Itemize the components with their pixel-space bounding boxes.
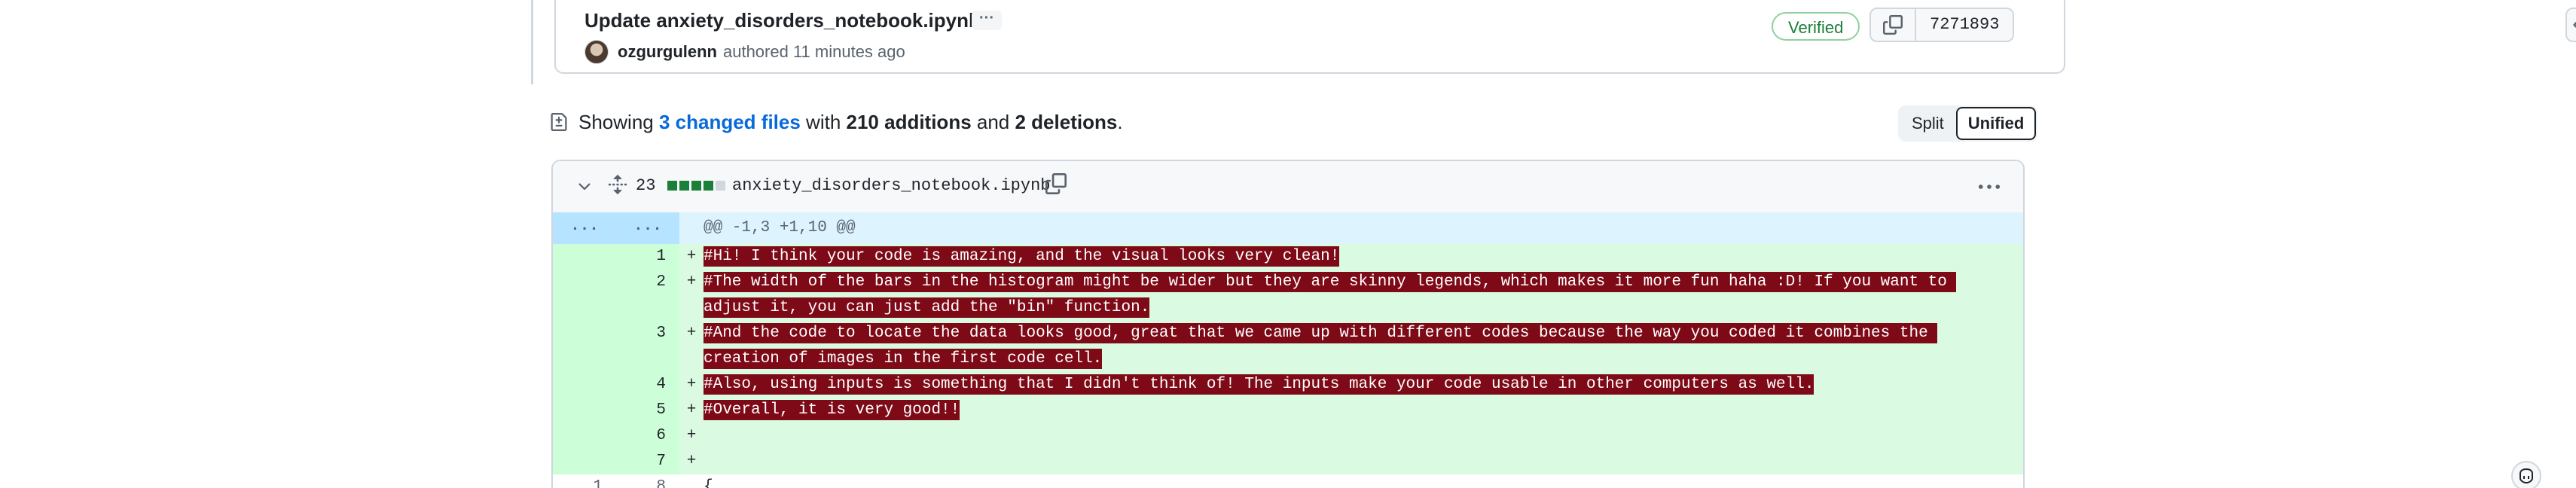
code-line: #Hi! I think your code is amazing, and t… (704, 244, 2023, 270)
add-marker: + (686, 401, 697, 419)
split-view-button[interactable]: Split (1900, 107, 1956, 140)
changed-files-link[interactable]: 3 changed files (659, 111, 801, 134)
commit-title[interactable]: Update anxiety_disorders_notebook.ipynb (584, 9, 981, 32)
diff-summary: Showing 3 changed files with 210 additio… (550, 108, 1123, 136)
copilot-icon[interactable] (2511, 461, 2541, 488)
code-line: #The width of the bars in the histogram … (704, 270, 2023, 321)
file-change-count: 23 (636, 176, 656, 195)
new-line-number[interactable]: 7 (616, 449, 679, 474)
diffstat-square (716, 181, 725, 191)
old-line-number (553, 244, 616, 270)
copy-sha-button[interactable] (1871, 9, 1916, 41)
diff-line: 5 + #Overall, it is very good!! (553, 398, 2023, 423)
file-header: 23 anxiety_disorders_notebook.ipynb (553, 161, 2023, 214)
diffstat-square (679, 181, 689, 191)
kebab-menu-icon[interactable] (1978, 179, 2001, 194)
summary-suffix: . (1117, 110, 1123, 133)
deletions-count: 2 deletions (1015, 110, 1118, 133)
code-line: #Also, using inputs is something that I … (704, 372, 2023, 398)
commit-sha[interactable]: 7271893 (1916, 9, 2013, 41)
commit-card: Update anxiety_disorders_notebook.ipynb … (554, 0, 2576, 74)
copilot-glyph-icon (2520, 468, 2533, 484)
author-name[interactable]: ozgurgulenn (618, 42, 717, 62)
old-line-number[interactable]: 1 (553, 474, 616, 488)
diff-line: 4 + #Also, using inputs is something tha… (553, 372, 2023, 398)
code-line: #Overall, it is very good!! (704, 398, 2023, 423)
diff-line: 6 + (553, 423, 2023, 449)
hunk-header: @@ -1,3 +1,10 @@ (704, 219, 856, 236)
expand-all-icon[interactable] (607, 173, 628, 196)
old-line-number (553, 449, 616, 474)
diff-body: ... ... @@ -1,3 +1,10 @@ 1 + #Hi! I thin… (553, 212, 2023, 488)
new-line-number[interactable]: 6 (616, 423, 679, 449)
old-line-number (553, 321, 616, 372)
old-line-number (553, 398, 616, 423)
unified-view-button[interactable]: Unified (1955, 107, 2037, 140)
diffstat-square (704, 181, 713, 191)
old-line-number (553, 372, 616, 398)
old-line-number (553, 270, 616, 321)
verified-badge[interactable]: Verified (1772, 12, 1860, 41)
additions-count: 210 additions (846, 110, 972, 133)
add-marker: + (686, 248, 697, 265)
diff-line: 3 + #And the code to locate the data loo… (553, 321, 2023, 372)
summary-with: with (800, 110, 847, 133)
file-name[interactable]: anxiety_disorders_notebook.ipynb (732, 176, 1050, 195)
browse-files-button[interactable] (2565, 8, 2576, 42)
add-marker: + (686, 427, 697, 444)
diff-line: 2 + #The width of the bars in the histog… (553, 270, 2023, 321)
author-row: ozgurgulenn authored 11 minutes ago (584, 39, 905, 65)
file-diff: 23 anxiety_disorders_notebook.ipynb ... … (551, 160, 2025, 488)
chevron-down-icon[interactable] (575, 178, 594, 196)
diff-view-toggle: Split Unified (1898, 105, 2038, 142)
add-marker: + (686, 273, 697, 291)
code-text: #The width of the bars in the histogram … (704, 272, 1957, 318)
code-icon (2573, 21, 2576, 29)
diffstat-square (667, 181, 677, 191)
context-marker (679, 474, 704, 488)
code-text: #Also, using inputs is something that I … (704, 374, 1814, 395)
code-line: { (704, 478, 713, 488)
commit-message-expand-button[interactable]: ··· (972, 11, 1002, 30)
diffstat-bar (667, 181, 725, 191)
commit-sha-group: 7271893 (1869, 8, 2015, 42)
avatar[interactable] (584, 40, 609, 64)
code-text: #Overall, it is very good!! (704, 400, 960, 420)
new-line-number[interactable]: 5 (616, 398, 679, 423)
add-marker: + (686, 453, 697, 470)
diff-line: 1 + #Hi! I think your code is amazing, a… (553, 244, 2023, 270)
timeline-line (531, 0, 533, 84)
code-text: #Hi! I think your code is amazing, and t… (704, 246, 1340, 267)
new-line-number[interactable]: 1 (616, 244, 679, 270)
new-line-number[interactable]: 3 (616, 321, 679, 372)
new-line-number[interactable]: 4 (616, 372, 679, 398)
commit-diff-page: Update anxiety_disorders_notebook.ipynb … (0, 0, 2576, 488)
summary-and: and (971, 110, 1015, 133)
add-marker: + (686, 325, 697, 342)
old-line-number (553, 423, 616, 449)
diff-line: 7 + (553, 449, 2023, 474)
new-line-number[interactable]: 2 (616, 270, 679, 321)
authored-time: authored 11 minutes ago (722, 42, 905, 61)
add-marker: + (686, 376, 697, 393)
context-line: 1 8 { (553, 474, 2023, 488)
summary-prefix: Showing (578, 110, 659, 133)
hunk-expand-old[interactable]: ... (553, 212, 616, 244)
copy-icon (1883, 15, 1903, 35)
hunk-header-row: ... ... @@ -1,3 +1,10 @@ (553, 212, 2023, 244)
new-line-number[interactable]: 8 (616, 474, 679, 488)
file-diff-icon (551, 113, 567, 131)
code-line: #And the code to locate the data looks g… (704, 321, 2023, 372)
code-text: #And the code to locate the data looks g… (704, 323, 1938, 369)
copy-path-icon[interactable] (1045, 173, 1067, 194)
hunk-expand-new[interactable]: ... (616, 212, 679, 244)
diffstat-square (691, 181, 701, 191)
